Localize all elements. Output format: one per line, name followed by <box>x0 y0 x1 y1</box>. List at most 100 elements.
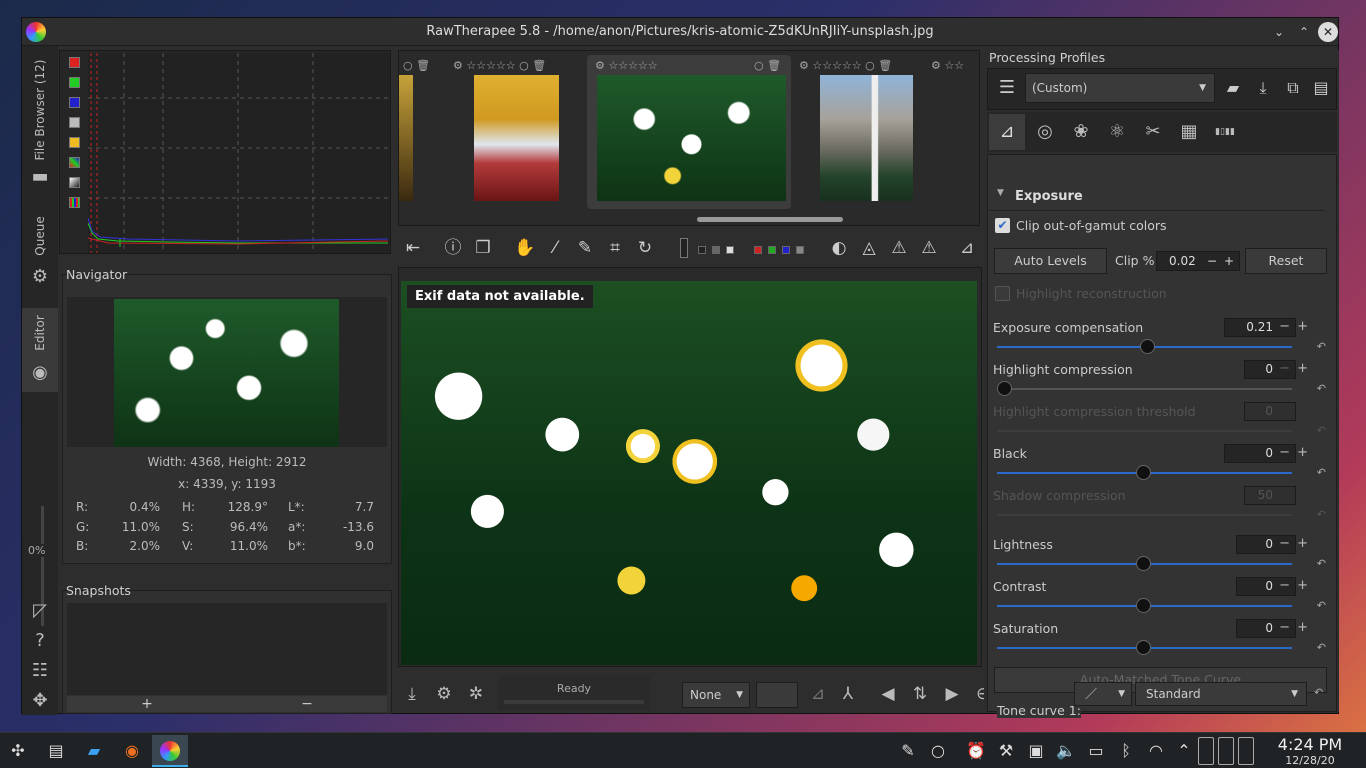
sync-filmstrip-icon[interactable]: ⇅ <box>908 682 932 706</box>
reset-icon[interactable]: ↶ <box>1317 641 1326 654</box>
gamut-check-icon[interactable]: ⅄ <box>836 682 860 706</box>
highlight-compression-track[interactable] <box>997 388 1292 390</box>
focus-mask-icon[interactable]: ◐ <box>826 236 852 260</box>
minus-icon[interactable]: − <box>1279 445 1290 460</box>
tone-curve-shape-select[interactable]: ／ ▼ <box>1074 682 1132 706</box>
meta-tab-icon[interactable]: ▮▯▮▮ META <box>1207 114 1243 173</box>
wifi-icon[interactable]: ◠ <box>1144 739 1168 763</box>
soft-proof-icon[interactable]: ⊿ <box>806 682 830 706</box>
minus-icon[interactable]: − <box>1279 361 1290 376</box>
battery-icon[interactable]: ▭ <box>1084 739 1108 763</box>
white-balance-picker-icon[interactable]: ⁄ <box>542 236 568 260</box>
clip-shadows-icon[interactable]: ◬ <box>856 236 882 260</box>
navigator-thumbnail[interactable] <box>114 299 339 447</box>
gear-icon[interactable]: ⚙ <box>29 266 51 288</box>
histogram-red-toggle[interactable] <box>69 57 80 68</box>
clock-time[interactable]: 4:24 PM <box>1258 735 1362 754</box>
file-manager-icon[interactable]: ▰ <box>82 739 106 763</box>
highlight-reconstruction-checkbox[interactable] <box>995 286 1010 301</box>
preview-blue-icon[interactable] <box>782 246 790 254</box>
icc-select[interactable] <box>756 682 798 708</box>
plus-icon[interactable]: + <box>1297 620 1308 635</box>
filmstrip-scrollbar[interactable] <box>697 217 843 222</box>
thumbnail-waterfall[interactable] <box>820 75 913 201</box>
collapse-triangle-icon[interactable]: ▼ <box>997 188 1004 198</box>
saturation-knob[interactable] <box>1136 640 1151 655</box>
zoom-out-icon[interactable]: ⊖ <box>976 682 984 706</box>
desktop-1-pager[interactable] <box>1198 737 1214 765</box>
minimize-button[interactable]: ⌄ <box>1269 22 1289 42</box>
exposure-tab-icon[interactable]: ⊿ <box>989 114 1025 150</box>
next-image-icon[interactable]: ▶ <box>940 682 964 706</box>
profile-dropdown[interactable]: (Custom) ▼ <box>1025 73 1215 103</box>
preferences-icon[interactable]: ☷ <box>29 660 51 682</box>
folder-icon[interactable]: ▬ <box>29 166 51 188</box>
tab-file-browser[interactable]: File Browser (12) <box>22 54 58 166</box>
raw-tab-icon[interactable]: ▦ <box>1171 114 1207 150</box>
clip-gamut-checkbox[interactable]: ✔ <box>995 218 1010 233</box>
thumbnail-partial[interactable] <box>399 75 413 201</box>
color-tab-icon[interactable]: ❀ <box>1063 114 1099 150</box>
thumb3-stars[interactable]: ⚙ ☆☆☆☆☆ ○ 🗑 <box>799 59 892 72</box>
paste-profile-icon[interactable]: ▤ <box>1307 73 1335 103</box>
advanced-tab-icon[interactable]: ⚛ <box>1099 114 1135 150</box>
firefox-icon[interactable]: ◉ <box>120 739 144 763</box>
thumb1-stars[interactable]: ⚙ ☆☆☆☆☆ ○ 🗑 <box>453 59 546 72</box>
tone-curve-type-select[interactable]: Standard ▼ <box>1135 682 1307 706</box>
plus-icon[interactable]: + <box>1297 319 1308 334</box>
notifications-icon[interactable]: ⏰ <box>964 739 988 763</box>
minus-icon[interactable]: − <box>1279 536 1290 551</box>
preview-black-icon[interactable] <box>698 246 706 254</box>
details-tab-icon[interactable]: ◎ <box>1027 114 1063 150</box>
kdeconnect-icon[interactable]: ⚒ <box>994 739 1018 763</box>
minus-icon[interactable]: − <box>1207 252 1217 270</box>
histogram-rgb-toggle[interactable] <box>69 197 80 208</box>
plus-icon[interactable]: + <box>1297 361 1308 376</box>
crop-icon[interactable]: ⌗ <box>602 236 628 260</box>
expand-tray-icon[interactable]: ⌃ <box>1172 739 1196 763</box>
exposure-compensation-knob[interactable] <box>1140 339 1155 354</box>
previous-image-icon[interactable]: ◀ <box>876 682 900 706</box>
exposure-title[interactable]: Exposure <box>1015 189 1083 204</box>
preview-green-icon[interactable] <box>768 246 776 254</box>
queue-icon[interactable]: ⚙ <box>432 682 456 706</box>
thumbnail-daisies[interactable] <box>597 75 786 201</box>
hand-tool-icon[interactable]: ✋ <box>512 236 538 260</box>
plus-icon[interactable]: + <box>1297 445 1308 460</box>
maximize-button[interactable]: ⌃ <box>1294 22 1314 42</box>
tab-queue[interactable]: Queue <box>22 206 58 266</box>
histogram-chroma-toggle[interactable] <box>69 137 80 148</box>
info-icon[interactable]: ⓘ <box>440 236 466 260</box>
reset-icon[interactable]: ↶ <box>1314 686 1323 699</box>
help-icon[interactable]: ? <box>29 630 51 652</box>
transform-tab-icon[interactable]: ✂ <box>1135 114 1171 150</box>
clip-highlights-warning-icon[interactable]: ⚠ <box>886 236 912 260</box>
desktop-3-pager[interactable] <box>1238 737 1254 765</box>
minus-icon[interactable]: − <box>1279 319 1290 334</box>
profile-store-icon[interactable]: ☰ <box>993 73 1021 103</box>
hide-right-panel-icon[interactable]: ⊿ <box>954 236 980 260</box>
histogram-luminance-toggle[interactable] <box>69 117 80 128</box>
external-editor-icon[interactable]: ✲ <box>464 682 488 706</box>
histogram-bar-toggle[interactable] <box>69 177 80 188</box>
reset-button[interactable]: Reset <box>1245 248 1327 274</box>
histogram-raw-toggle[interactable] <box>69 157 80 168</box>
preview-white-icon[interactable] <box>726 246 734 254</box>
before-after-icon[interactable]: ❐ <box>470 236 496 260</box>
lightness-knob[interactable] <box>1136 556 1151 571</box>
filmstrip-rank-icons[interactable]: ○ 🗑 <box>403 59 430 72</box>
save-profile-icon[interactable]: ⤓ <box>1249 73 1277 103</box>
reset-icon[interactable]: ↶ <box>1317 382 1326 395</box>
plus-icon[interactable]: + <box>1297 578 1308 593</box>
histogram-green-toggle[interactable] <box>69 77 80 88</box>
copy-profile-icon[interactable]: ⧉ <box>1279 73 1307 103</box>
rawtherapee-task[interactable] <box>152 735 188 767</box>
plus-icon[interactable]: + <box>1224 252 1234 270</box>
profile-select[interactable]: None ▼ <box>682 682 750 708</box>
black-knob[interactable] <box>1136 465 1151 480</box>
close-button[interactable]: ✕ <box>1318 22 1338 42</box>
preview-mode-icon[interactable] <box>680 238 688 258</box>
color-picker-icon[interactable]: ✎ <box>572 236 598 260</box>
fullscreen-icon[interactable]: ✥ <box>29 690 51 712</box>
contrast-knob[interactable] <box>1136 598 1151 613</box>
